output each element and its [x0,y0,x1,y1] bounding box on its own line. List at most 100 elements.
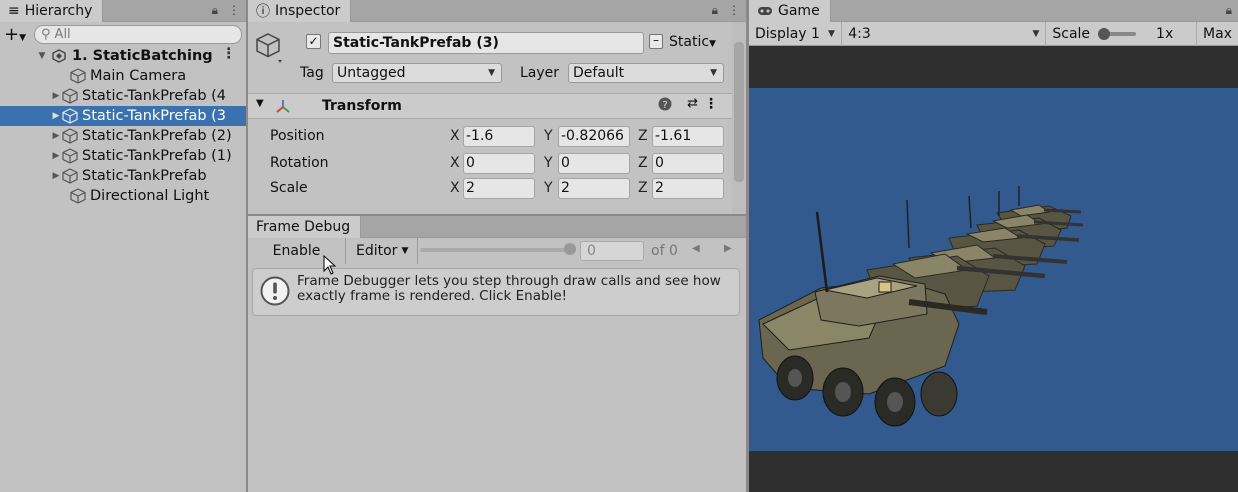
axis-z-label[interactable]: Z [638,155,648,171]
static-label: Static [669,34,710,50]
more-options-icon[interactable]: ⋮ [228,3,240,18]
scale-y-field[interactable]: 2 [558,178,630,199]
foldout-arrow-icon[interactable]: ▼ [256,98,264,109]
hierarchy-item-label: Static-TankPrefab (2) [82,128,232,144]
game-viewport[interactable] [749,88,1238,451]
axis-x-label[interactable]: X [450,128,460,144]
scene-more-icon[interactable]: ⋮ [222,46,237,62]
hierarchy-item-tank-1[interactable]: ▶ Static-TankPrefab (1) [0,146,246,166]
hierarchy-item-label: Static-TankPrefab [82,168,207,184]
editor-dropdown[interactable]: Editor ▼ [346,238,418,264]
aspect-dropdown[interactable]: 4:3 [842,21,1047,46]
expand-arrow-icon[interactable]: ▼ [36,51,48,61]
scene-row[interactable]: ▼ 1. StaticBatching ⋮ [0,46,246,66]
tab-inspector[interactable]: ⓘ Inspector [248,0,352,22]
search-input[interactable]: ⚲ All [34,24,242,44]
scale-slider-group[interactable]: Scale 1x [1046,21,1198,46]
list-icon: ≡ [8,3,20,19]
hierarchy-tab-icons: 🔒︎ ⋮ [212,3,240,18]
hierarchy-toolbar: +▼ ⚲ All [0,22,246,46]
aspect-label: 4:3 [848,25,871,42]
hierarchy-item-tank-2[interactable]: ▶ Static-TankPrefab (2) [0,126,246,146]
create-button[interactable]: +▼ [4,24,26,45]
expand-arrow-icon[interactable]: ▶ [50,91,62,101]
hierarchy-tabbar: ≡ Hierarchy 🔒︎ ⋮ [0,0,246,22]
expand-arrow-icon[interactable]: ▶ [50,151,62,161]
axis-x-label[interactable]: X [450,155,460,171]
hierarchy-item-label: Static-TankPrefab (4 [82,88,227,104]
scale-slider-knob[interactable] [1098,27,1111,40]
tab-inspector-label: Inspector [275,3,341,19]
help-icon[interactable]: ? [658,97,672,115]
axis-z-label[interactable]: Z [638,128,648,144]
tab-hierarchy[interactable]: ≡ Hierarchy [0,0,104,22]
hierarchy-tree: ▼ 1. StaticBatching ⋮ Main Camera ▶ Stat… [0,46,246,206]
display-label: Display 1 [755,25,820,42]
static-checkbox[interactable]: – [649,34,663,49]
tag-dropdown[interactable]: Untagged [332,63,502,83]
gameobject-cube-icon [62,108,78,124]
inspector-scrollbar[interactable] [732,22,746,214]
hierarchy-item-directional-light[interactable]: Directional Light [0,186,246,206]
gameobject-cube-icon[interactable] [256,32,284,70]
lock-icon[interactable]: 🔒︎ [212,3,218,18]
gameobject-cube-icon [70,188,86,204]
frame-slider-knob[interactable] [564,243,576,255]
scrollbar-thumb[interactable] [734,42,744,182]
prev-frame-icon[interactable]: ◀ [692,243,700,254]
frame-number-field[interactable]: 0 [580,241,644,261]
tag-label: Tag [300,65,324,81]
display-dropdown[interactable]: Display 1 [749,21,843,46]
expand-arrow-icon[interactable]: ▶ [50,111,62,121]
axis-z-label[interactable]: Z [638,180,648,196]
hierarchy-item-label: Static-TankPrefab (1) [82,148,232,164]
tab-game[interactable]: Game [749,0,831,22]
component-menu-icon[interactable]: ⋮ [704,96,718,112]
presets-icon[interactable]: ⇄ [687,96,698,111]
position-row: Position X -1.6 Y -0.82066 Z -1.61 [248,126,732,148]
more-options-icon[interactable]: ⋮ [728,3,740,18]
expand-arrow-icon[interactable]: ▶ [50,171,62,181]
scale-x-field[interactable]: 2 [463,178,535,199]
object-header: ✓ Static-TankPrefab (3) – Static▼ Tag Un… [248,22,732,92]
hierarchy-item-main-camera[interactable]: Main Camera [0,66,246,86]
hierarchy-item-tank[interactable]: ▶ Static-TankPrefab [0,166,246,186]
lock-icon[interactable]: 🔒︎ [1226,3,1232,18]
object-name-field[interactable]: Static-TankPrefab (3) [328,32,644,54]
axis-y-label[interactable]: Y [544,128,553,144]
axis-x-label[interactable]: X [450,180,460,196]
transform-header[interactable]: ▼ Transform ? ⇄ ⋮ [248,93,732,119]
rotation-z-field[interactable]: 0 [652,153,724,174]
hierarchy-item-label: Directional Light [90,188,210,204]
lock-icon[interactable]: 🔒︎ [712,3,718,18]
scale-z-field[interactable]: 2 [652,178,724,199]
position-x-field[interactable]: -1.6 [463,126,535,147]
position-y-field[interactable]: -0.82066 [558,126,630,147]
search-icon: ⚲ [41,26,51,42]
layer-dropdown[interactable]: Default [568,63,724,83]
svg-text:?: ? [662,100,667,111]
static-dropdown[interactable]: Static▼ [669,34,716,50]
game-toolbar: Display 1 4:3 Scale 1x Max [749,21,1238,46]
axis-y-label[interactable]: Y [544,155,553,171]
scale-row: Scale X 2 Y 2 Z 2 [248,178,732,200]
next-frame-icon[interactable]: ▶ [724,243,732,254]
rotation-y-field[interactable]: 0 [558,153,630,174]
frame-debug-tabbar: Frame Debug [248,216,746,238]
help-text: Frame Debugger lets you step through dra… [297,273,721,304]
rotation-x-field[interactable]: 0 [463,153,535,174]
axis-y-label[interactable]: Y [544,180,553,196]
maximize-toggle[interactable]: Max [1197,22,1238,46]
hierarchy-item-tank-3[interactable]: ▶ Static-TankPrefab (3 [0,106,246,126]
chevron-down-icon: ▼ [401,246,409,256]
frame-slider[interactable] [420,248,570,252]
position-label: Position [270,128,325,144]
scale-label: Scale [270,180,308,196]
expand-arrow-icon[interactable]: ▶ [50,131,62,141]
tab-frame-debug[interactable]: Frame Debug [248,216,362,238]
position-z-field[interactable]: -1.61 [652,126,724,147]
scale-slider[interactable] [1098,27,1137,40]
create-button-label: + [4,23,20,45]
active-checkbox[interactable]: ✓ [306,34,321,49]
hierarchy-item-tank-4[interactable]: ▶ Static-TankPrefab (4 [0,86,246,106]
